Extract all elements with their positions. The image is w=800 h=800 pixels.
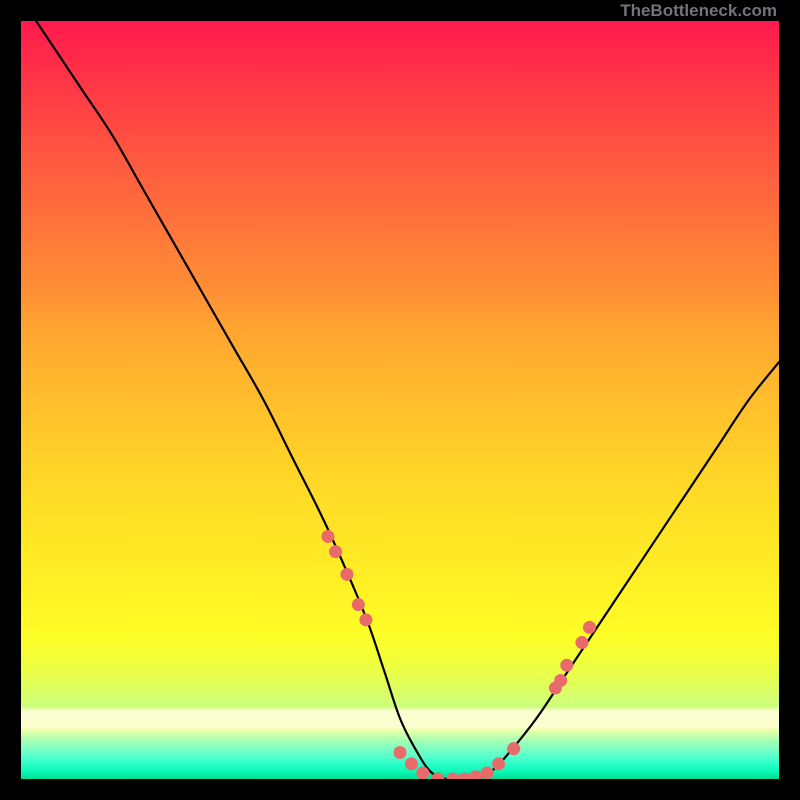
highlight-dot — [583, 621, 596, 634]
highlight-dot — [340, 568, 353, 581]
highlight-dot — [321, 530, 334, 543]
highlight-dot — [575, 636, 588, 649]
highlight-dot — [492, 757, 505, 770]
highlight-dot — [394, 746, 407, 759]
highlight-dot — [329, 545, 342, 558]
bottleneck-curve — [36, 21, 779, 779]
highlight-dot — [554, 674, 567, 687]
highlight-dot — [469, 770, 482, 779]
highlight-dot — [359, 613, 372, 626]
highlight-dot — [458, 773, 471, 780]
watermark-text: TheBottleneck.com — [620, 1, 777, 21]
plot-area — [21, 21, 779, 779]
highlight-dot — [507, 742, 520, 755]
highlight-dot — [481, 766, 494, 779]
highlight-dot — [405, 757, 418, 770]
highlight-dot — [352, 598, 365, 611]
highlight-dot — [416, 766, 429, 779]
highlight-dot — [560, 659, 573, 672]
highlight-dot — [447, 773, 460, 780]
chart-svg — [21, 21, 779, 779]
